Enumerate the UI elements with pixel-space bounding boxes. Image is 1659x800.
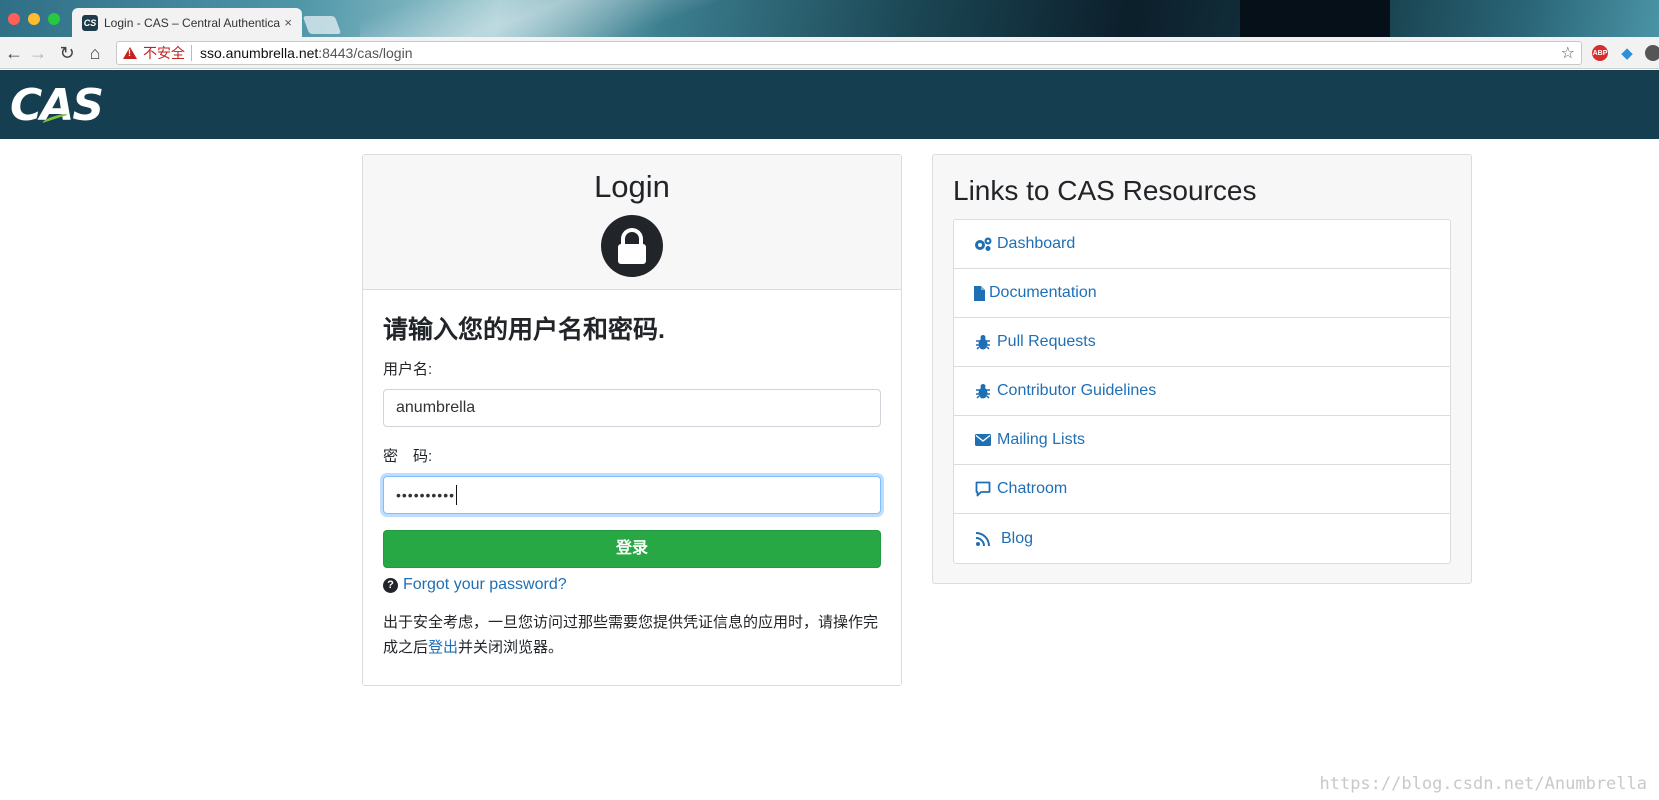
home-icon[interactable]: ⌂ <box>83 41 107 65</box>
username-value: anumbrella <box>396 399 476 416</box>
resource-label: Chatroom <box>997 480 1068 497</box>
url-host: sso.anumbrella.net <box>200 45 319 61</box>
forward-arrow-icon[interactable]: → <box>26 41 50 65</box>
security-status-label[interactable]: 不安全 <box>143 43 185 63</box>
login-card: Login 请输入您的用户名和密码. 用户名: anumbrella 密 码: … <box>362 154 902 686</box>
login-prompt: 请输入您的用户名和密码. <box>383 316 665 344</box>
watermark-text: https://blog.csdn.net/Anumbrella <box>1319 774 1647 794</box>
login-title: Login <box>594 169 670 204</box>
resources-title: Links to CAS Resources <box>953 175 1257 206</box>
resource-label: Blog <box>1001 529 1034 547</box>
bug-icon <box>973 334 993 350</box>
forgot-password-row: ? Forgot your password? <box>383 576 881 594</box>
lock-icon <box>601 215 663 277</box>
back-arrow-icon[interactable]: ← <box>2 41 26 65</box>
comment-icon <box>973 481 993 497</box>
login-submit-button[interactable]: 登录 <box>383 530 881 568</box>
username-label: 用户名: <box>383 361 433 378</box>
resource-label: Documentation <box>989 284 1097 301</box>
envelope-icon <box>973 434 993 446</box>
tab-close-icon[interactable]: × <box>284 15 292 30</box>
security-notice: 出于安全考虑，一旦您访问过那些需要您提供凭证信息的应用时，请操作完成之后登出并关… <box>383 610 881 660</box>
forgot-password-link[interactable]: Forgot your password? <box>403 576 567 594</box>
warning-triangle-icon <box>123 47 137 59</box>
zoom-window-button[interactable] <box>48 13 60 25</box>
resource-link-contributor-guidelines[interactable]: Contributor Guidelines <box>954 367 1450 416</box>
resource-label: Dashboard <box>997 235 1076 252</box>
url-path: :8443/cas/login <box>318 45 413 61</box>
resource-link-blog[interactable]: Blog <box>954 514 1450 563</box>
gem-extension-icon[interactable]: ◆ <box>1619 45 1635 62</box>
close-window-button[interactable] <box>8 13 20 25</box>
resources-card: Links to CAS Resources Dashboard Documen… <box>932 154 1472 584</box>
resources-list: Dashboard Documentation Pull Requests Co… <box>953 219 1451 564</box>
address-bar[interactable]: 不安全 sso.anumbrella.net:8443/cas/login ☆ <box>116 41 1582 65</box>
resource-label: Pull Requests <box>997 333 1096 350</box>
bug-icon <box>973 383 993 399</box>
resource-link-documentation[interactable]: Documentation <box>954 269 1450 318</box>
security-notice-text-end: 并关闭浏览器。 <box>458 639 564 656</box>
minimize-window-button[interactable] <box>28 13 40 25</box>
address-separator <box>191 45 192 61</box>
login-form: 请输入您的用户名和密码. 用户名: anumbrella 密 码: ••••••… <box>363 290 901 660</box>
new-tab-button[interactable] <box>302 16 342 34</box>
cas-logo[interactable]: CAS <box>10 80 104 131</box>
resource-label: Contributor Guidelines <box>997 382 1157 399</box>
tab-title: Login - CAS – Central Authentication Ser… <box>104 15 281 30</box>
reload-icon[interactable]: ↻ <box>55 41 79 65</box>
cas-favicon-icon: CS <box>82 14 98 31</box>
adblock-extension-icon[interactable]: ABP <box>1592 45 1608 61</box>
file-icon <box>973 285 985 301</box>
resource-label: Mailing Lists <box>997 431 1086 448</box>
cas-header-bar: CAS <box>0 70 1659 139</box>
resource-link-pull-requests[interactable]: Pull Requests <box>954 318 1450 367</box>
text-caret <box>456 485 458 505</box>
resource-link-chatroom[interactable]: Chatroom <box>954 465 1450 514</box>
login-card-header: Login <box>363 155 901 290</box>
logout-link[interactable]: 登出 <box>428 639 458 656</box>
extension-icon[interactable] <box>1645 45 1659 61</box>
bookmark-star-icon[interactable]: ☆ <box>1561 43 1575 63</box>
rss-icon <box>973 531 993 546</box>
password-value: •••••••••• <box>396 487 456 503</box>
resource-link-dashboard[interactable]: Dashboard <box>954 220 1450 269</box>
resource-link-mailing-lists[interactable]: Mailing Lists <box>954 416 1450 465</box>
password-label: 密 码: <box>383 448 433 465</box>
browser-toolbar: ← → ↻ ⌂ 不安全 sso.anumbrella.net:8443/cas/… <box>0 37 1659 69</box>
browser-tab-strip: CS Login - CAS – Central Authentication … <box>0 0 1659 37</box>
question-circle-icon: ? <box>383 577 398 593</box>
browser-tab-active[interactable]: CS Login - CAS – Central Authentication … <box>72 8 302 37</box>
password-input[interactable]: •••••••••• <box>383 476 881 514</box>
username-input[interactable]: anumbrella <box>383 389 881 427</box>
gears-icon <box>973 236 993 252</box>
